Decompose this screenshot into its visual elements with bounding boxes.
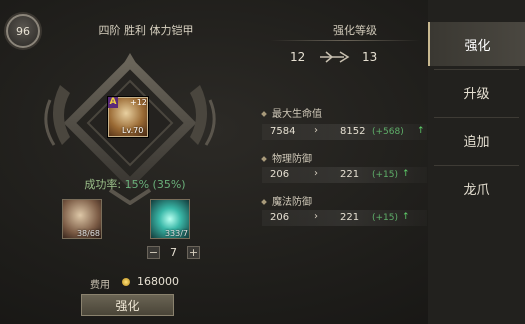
level-badge: 96 xyxy=(6,14,40,48)
success-rate-value: 15% (35%) xyxy=(124,178,186,191)
tab-label: 强化 xyxy=(464,38,491,54)
stat-diff: (+15) xyxy=(372,213,399,223)
gold-coin-icon xyxy=(122,278,130,286)
tab-label: 升级 xyxy=(463,86,490,102)
stat-new-value: 8152 xyxy=(340,126,366,137)
material-count: 333/7 xyxy=(164,229,188,238)
decrease-quantity-button[interactable]: − xyxy=(147,246,160,259)
stat-old-value: 206 xyxy=(270,212,290,223)
cost-value: 168000 xyxy=(137,275,179,288)
enhance-level-title: 强化等级 xyxy=(333,24,377,37)
tab-bar: 强化 升级 追加 龙爪 xyxy=(428,14,525,324)
stat-old-value: 7584 xyxy=(270,126,296,137)
chevron-right-icon: › xyxy=(314,168,318,179)
stat-row: 7584 › 8152 (+568) ↑ xyxy=(262,124,427,140)
chevron-right-icon: › xyxy=(314,125,318,136)
stat-name-text: 最大生命值 xyxy=(272,109,322,120)
stat-new-value: 221 xyxy=(340,212,360,223)
enhance-button-label: 强化 xyxy=(115,298,140,313)
enhance-button[interactable]: 强化 xyxy=(81,294,174,316)
arrow-up-icon: ↑ xyxy=(417,126,425,136)
arrow-up-icon: ↑ xyxy=(402,212,410,222)
item-level-text: Lv.70 xyxy=(122,126,144,135)
enhance-level-from: 12 xyxy=(290,50,306,64)
arrow-right-icon xyxy=(320,51,350,63)
chevron-right-icon: › xyxy=(314,211,318,222)
tab-enhance[interactable]: 强化 xyxy=(428,22,525,66)
stat-diff: (+568) xyxy=(372,127,404,137)
success-rate-label: 成功率: xyxy=(84,178,122,191)
tab-upgrade[interactable]: 升级 xyxy=(428,70,525,114)
grade-badge: A xyxy=(108,97,118,108)
stat-new-value: 221 xyxy=(340,169,360,180)
stat-old-value: 206 xyxy=(270,169,290,180)
stat-name-text: 物理防御 xyxy=(272,154,312,165)
enhance-level-to: 13 xyxy=(362,50,378,64)
stat-name: 最大生命值 xyxy=(261,105,322,120)
stat-row: 206 › 221 (+15) ↑ xyxy=(262,210,427,226)
diamond-bullet-icon xyxy=(261,156,267,162)
tab-label: 龙爪 xyxy=(463,182,490,198)
item-plus-level: +12 xyxy=(130,98,147,107)
item-name: 四阶 胜利 体力铠甲 xyxy=(98,24,194,37)
tab-append[interactable]: 追加 xyxy=(428,118,525,162)
material-count: 38/68 xyxy=(76,229,100,238)
arrow-up-icon: ↑ xyxy=(402,169,410,179)
quantity-value: 7 xyxy=(170,246,177,259)
diamond-bullet-icon xyxy=(261,111,267,117)
diamond-bullet-icon xyxy=(261,199,267,205)
stat-name: 魔法防御 xyxy=(261,193,312,208)
success-rate: 成功率: 15% (35%) xyxy=(60,176,210,192)
tab-label: 追加 xyxy=(463,134,490,150)
stat-diff: (+15) xyxy=(372,170,399,180)
increase-quantity-button[interactable]: + xyxy=(187,246,200,259)
level-badge-value: 96 xyxy=(16,24,30,38)
title-divider xyxy=(270,40,420,41)
tab-dragon-claw[interactable]: 龙爪 xyxy=(428,166,525,210)
stat-row: 206 › 221 (+15) ↑ xyxy=(262,167,427,183)
cost-label: 费用 xyxy=(90,280,110,291)
stat-name: 物理防御 xyxy=(261,150,312,165)
stat-name-text: 魔法防御 xyxy=(272,197,312,208)
